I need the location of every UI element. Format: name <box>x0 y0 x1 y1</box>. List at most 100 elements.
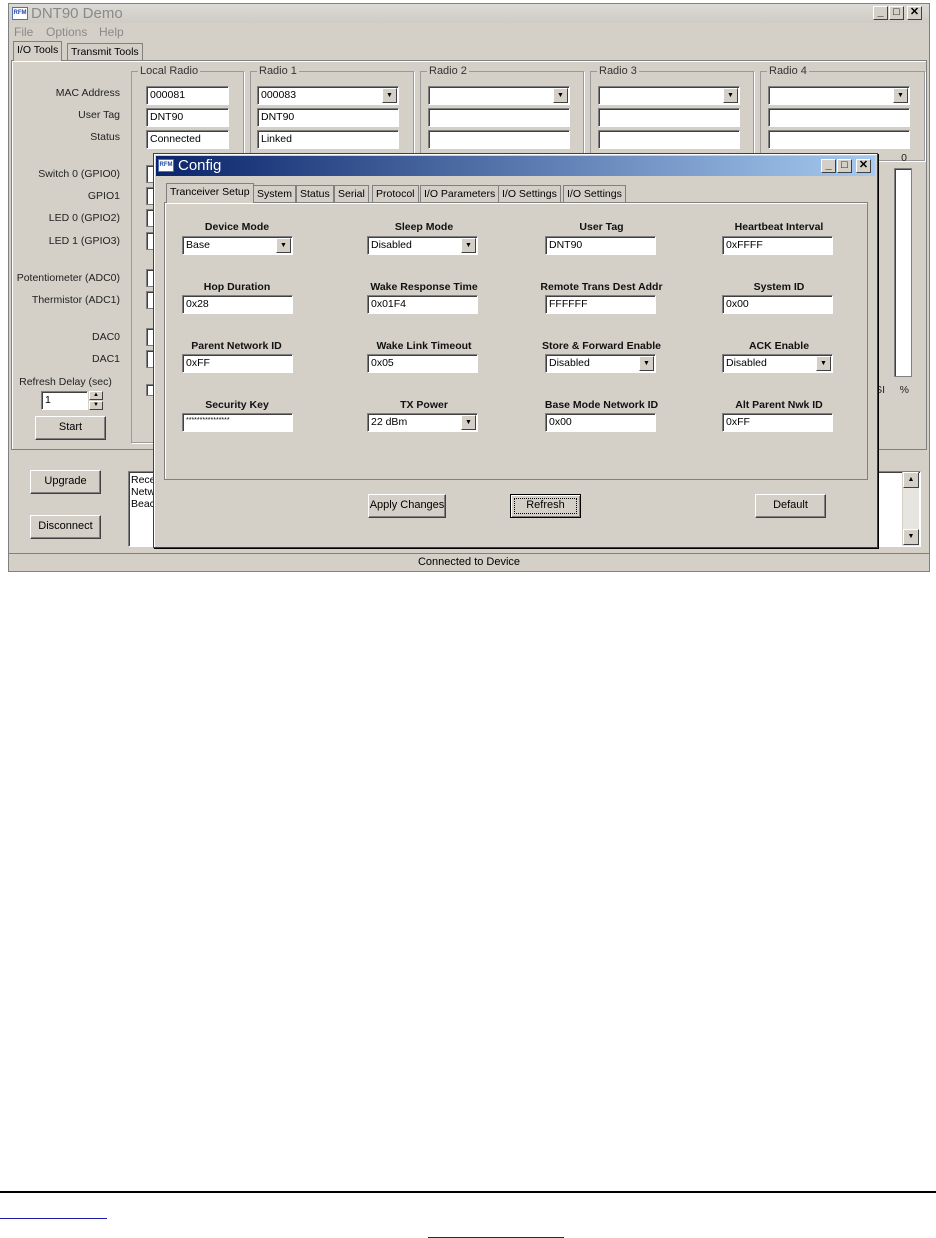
radio2-mac-select[interactable]: ▼ <box>428 86 570 105</box>
config-maximize-button[interactable]: □ <box>837 159 852 173</box>
radio1-mac-select[interactable]: 000083 ▼ <box>257 86 399 105</box>
radio4-tag-field[interactable] <box>768 108 910 127</box>
device-mode-select[interactable]: Base ▼ <box>182 236 293 255</box>
security-key-field[interactable]: **************** <box>182 413 293 432</box>
radio4-header: Radio 4 <box>767 65 809 77</box>
radio1-tag-field[interactable]: DNT90 <box>257 108 399 127</box>
sleep-mode-select[interactable]: Disabled ▼ <box>367 236 478 255</box>
parent-network-id-field[interactable]: 0xFF <box>182 354 293 373</box>
radio4-mac-select[interactable]: ▼ <box>768 86 910 105</box>
tab-io-tools[interactable]: I/O Tools <box>13 41 63 61</box>
scroll-up-icon[interactable]: ▲ <box>903 472 919 488</box>
menu-help[interactable]: Help <box>99 25 124 39</box>
chevron-down-icon[interactable]: ▼ <box>816 356 831 371</box>
chevron-down-icon[interactable]: ▼ <box>461 415 476 430</box>
close-button[interactable]: ✕ <box>907 6 922 20</box>
menu-options[interactable]: Options <box>46 25 87 39</box>
config-dialog: RFM Config _ □ ✕ Tranceiver Setup System… <box>153 153 878 548</box>
dac0-label: DAC0 <box>91 331 120 343</box>
security-key-label: Security Key <box>205 399 269 411</box>
status-bar: Connected to Device <box>9 553 929 571</box>
radio1-header: Radio 1 <box>257 65 299 77</box>
maximize-button[interactable]: □ <box>889 6 904 20</box>
tab-status[interactable]: Status <box>296 185 334 203</box>
scroll-down-icon[interactable]: ▼ <box>903 529 919 545</box>
log-scrollbar[interactable]: ▲ ▼ <box>902 472 919 546</box>
wake-link-timeout-label: Wake Link Timeout <box>376 340 472 352</box>
tab-protocol[interactable]: Protocol <box>372 185 419 203</box>
config-close-button[interactable]: ✕ <box>856 159 871 173</box>
tab-transmit-tools[interactable]: Transmit Tools <box>67 43 143 61</box>
meter-value: 0 <box>901 152 907 164</box>
radio3-header: Radio 3 <box>597 65 639 77</box>
wake-response-time-field[interactable]: 0x01F4 <box>367 295 478 314</box>
wake-link-timeout-field[interactable]: 0x05 <box>367 354 478 373</box>
store-forward-enable-select[interactable]: Disabled ▼ <box>545 354 656 373</box>
chevron-down-icon[interactable]: ▼ <box>461 238 476 253</box>
tab-io-settings-2[interactable]: I/O Settings <box>563 185 626 203</box>
ack-enable-value: Disabled <box>726 357 767 369</box>
remote-trans-dest-addr-label: Remote Trans Dest Addr <box>540 281 663 293</box>
upgrade-button[interactable]: Upgrade <box>30 470 101 494</box>
footer-link[interactable] <box>0 1218 107 1219</box>
radio3-status-field[interactable] <box>598 130 740 149</box>
app-logo-icon: RFM <box>12 7 28 20</box>
chevron-down-icon[interactable]: ▼ <box>723 88 738 103</box>
switch0-label: Switch 0 (GPIO0) <box>38 168 120 180</box>
tab-io-settings[interactable]: I/O Settings <box>498 185 561 203</box>
radio4-status-field[interactable] <box>768 130 910 149</box>
radio2-tag-field[interactable] <box>428 108 570 127</box>
alt-parent-nwk-id-field[interactable]: 0xFF <box>722 413 833 432</box>
radio3-mac-select[interactable]: ▼ <box>598 86 740 105</box>
minimize-button[interactable]: _ <box>873 6 888 20</box>
user-tag-cfg-field[interactable]: DNT90 <box>545 236 656 255</box>
local-status-field[interactable]: Connected <box>146 130 229 149</box>
tab-tranceiver-setup[interactable]: Tranceiver Setup <box>166 183 254 203</box>
chevron-down-icon[interactable]: ▼ <box>382 88 397 103</box>
chevron-down-icon[interactable]: ▼ <box>276 238 291 253</box>
led0-label: LED 0 (GPIO2) <box>48 212 120 224</box>
hop-duration-field[interactable]: 0x28 <box>182 295 293 314</box>
tab-serial[interactable]: Serial <box>334 185 369 203</box>
system-id-field[interactable]: 0x00 <box>722 295 833 314</box>
spin-down-icon[interactable]: ▼ <box>89 401 103 410</box>
disconnect-button[interactable]: Disconnect <box>30 515 101 539</box>
sleep-mode-value: Disabled <box>371 239 412 251</box>
spin-up-icon[interactable]: ▲ <box>89 391 103 400</box>
footer-rule <box>0 1191 936 1193</box>
start-button[interactable]: Start <box>35 416 106 440</box>
radio3-tag-field[interactable] <box>598 108 740 127</box>
ack-enable-select[interactable]: Disabled ▼ <box>722 354 833 373</box>
ack-enable-label: ACK Enable <box>748 340 810 352</box>
config-title: Config <box>178 157 222 174</box>
chevron-down-icon[interactable]: ▼ <box>893 88 908 103</box>
local-tag-field[interactable]: DNT90 <box>146 108 229 127</box>
local-mac-field[interactable]: 000081 <box>146 86 229 105</box>
tx-power-select[interactable]: 22 dBm ▼ <box>367 413 478 432</box>
alt-parent-nwk-id-label: Alt Parent Nwk ID <box>735 399 823 411</box>
tab-io-parameters[interactable]: I/O Parameters <box>420 185 500 203</box>
tx-power-label: TX Power <box>400 399 448 411</box>
base-mode-network-id-label: Base Mode Network ID <box>544 399 659 411</box>
meter-label-right: % <box>899 384 909 396</box>
parent-network-id-label: Parent Network ID <box>191 340 282 352</box>
chevron-down-icon[interactable]: ▼ <box>639 356 654 371</box>
tab-system[interactable]: System <box>253 185 297 203</box>
menu-file[interactable]: File <box>14 25 33 39</box>
radio1-status-field[interactable]: Linked <box>257 130 399 149</box>
remote-trans-dest-addr-field[interactable]: FFFFFF <box>545 295 656 314</box>
user-tag-cfg-label: User Tag <box>579 221 624 233</box>
apply-changes-button[interactable]: Apply Changes <box>368 494 446 518</box>
heartbeat-interval-field[interactable]: 0xFFFF <box>722 236 833 255</box>
thermistor-label: Thermistor (ADC1) <box>31 294 120 306</box>
refresh-button[interactable]: Refresh <box>510 494 581 518</box>
led1-label: LED 1 (GPIO3) <box>48 235 120 247</box>
base-mode-network-id-field[interactable]: 0x00 <box>545 413 656 432</box>
local-radio-header: Local Radio <box>138 65 201 77</box>
store-forward-enable-label: Store & Forward Enable <box>541 340 662 352</box>
chevron-down-icon[interactable]: ▼ <box>553 88 568 103</box>
default-button[interactable]: Default <box>755 494 826 518</box>
refresh-delay-field[interactable]: 1 <box>41 391 88 410</box>
radio2-status-field[interactable] <box>428 130 570 149</box>
config-minimize-button[interactable]: _ <box>821 159 836 173</box>
